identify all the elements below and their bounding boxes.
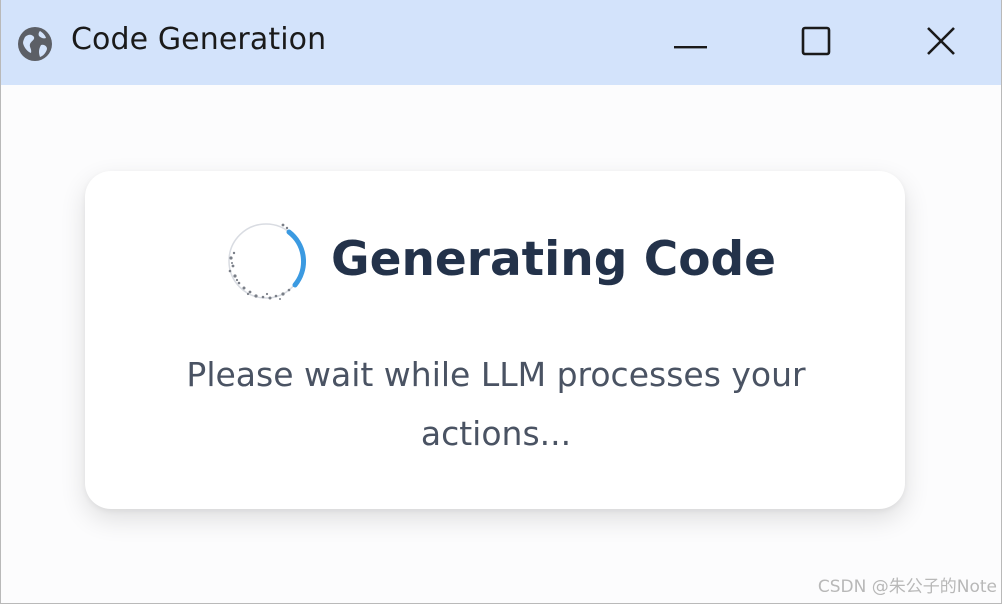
minimize-button[interactable] (661, 18, 721, 68)
globe-icon (16, 25, 54, 63)
window-content (1, 85, 1001, 603)
dialog-heading: Generating Code (331, 232, 777, 287)
maximize-icon (801, 26, 831, 60)
maximize-button[interactable] (786, 18, 846, 68)
close-button[interactable] (911, 18, 971, 68)
loading-spinner-icon (223, 218, 309, 304)
minimize-icon (674, 34, 708, 53)
app-window: Code Generation Generating Code Please w… (0, 0, 1002, 604)
window-title: Code Generation (71, 22, 327, 57)
watermark: CSDN @朱公子的Note (817, 577, 997, 597)
status-message: Please wait while LLM processes your act… (186, 355, 806, 453)
close-icon (926, 26, 956, 60)
title-bar[interactable]: Code Generation (1, 0, 1001, 85)
